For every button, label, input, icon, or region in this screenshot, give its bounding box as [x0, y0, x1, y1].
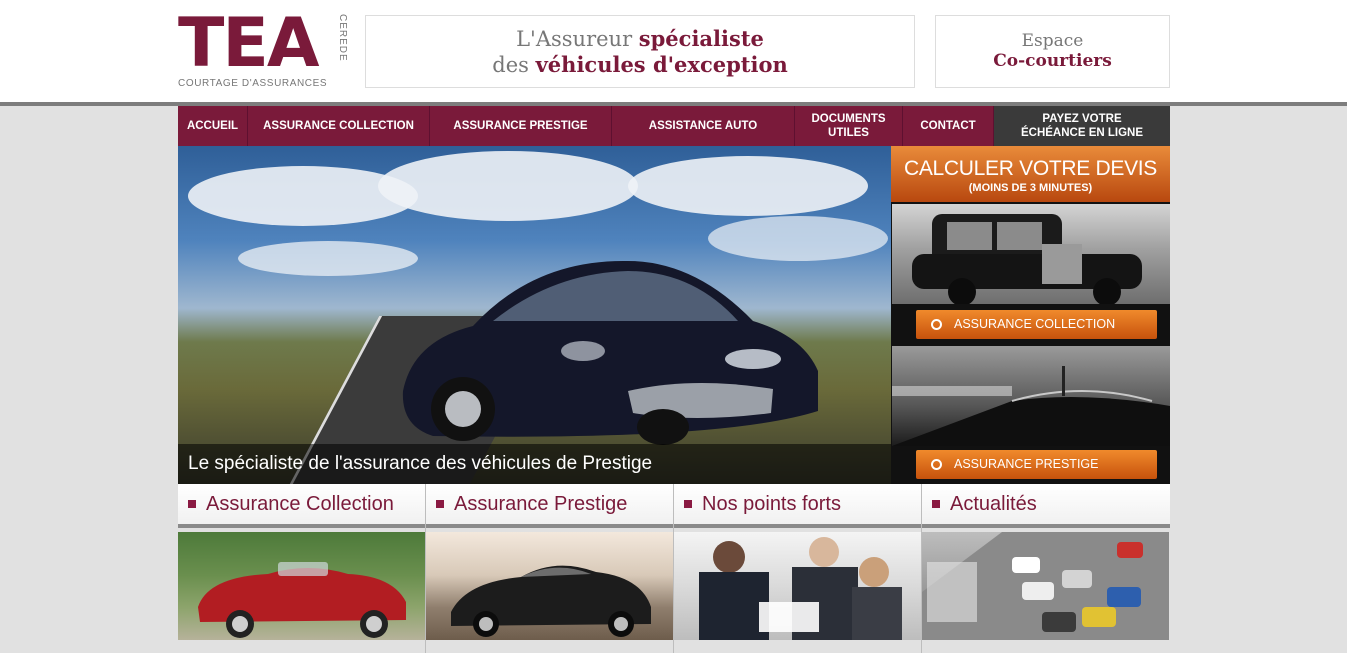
business-people-graphic — [699, 537, 902, 640]
hero-banner[interactable]: Le spécialiste de l'assurance des véhicu… — [178, 146, 891, 484]
block-header[interactable]: Assurance Prestige — [426, 484, 673, 528]
cta-assurance-prestige[interactable]: ASSURANCE PRESTIGE — [916, 450, 1157, 479]
nav-item-payez-echeance[interactable]: PAYEZ VOTRE ÉCHÉANCE EN LIGNE — [994, 106, 1170, 146]
tagline-line-1: L'Assureur spécialiste — [366, 26, 914, 52]
ring-icon — [931, 459, 942, 470]
block-header[interactable]: Actualités — [922, 484, 1170, 528]
nav-item-assurance-prestige[interactable]: ASSURANCE PRESTIGE — [430, 106, 612, 146]
block-image-race-cars[interactable] — [922, 532, 1169, 640]
nav-item-contact[interactable]: CONTACT — [903, 106, 994, 146]
hero-car-image — [402, 260, 818, 445]
nav-item-accueil[interactable]: ACCUEIL — [178, 106, 248, 146]
tagline-line-2: des véhicules d'exception — [366, 52, 914, 78]
nav-item-documents-utiles[interactable]: DOCUMENTS UTILES — [795, 106, 903, 146]
co-courtiers-line-2: Co-courtiers — [993, 51, 1112, 71]
block-image-sports-car[interactable] — [426, 532, 673, 640]
modern-car-graphic — [892, 366, 1170, 446]
hero-cloud — [628, 156, 868, 216]
black-sports-car-graphic — [451, 565, 651, 637]
square-bullet-icon — [932, 500, 940, 508]
collection-car-image[interactable] — [892, 204, 1170, 304]
prestige-car-image[interactable] — [892, 346, 1170, 446]
red-roadster-graphic — [198, 562, 406, 638]
block-title: Actualités — [950, 492, 1037, 515]
race-cars-graphic — [922, 532, 1169, 640]
co-courtiers-link[interactable]: Espace Co-courtiers — [935, 15, 1170, 88]
hero-cloud — [238, 241, 418, 276]
square-bullet-icon — [188, 500, 196, 508]
block-image-business-team[interactable] — [674, 532, 921, 640]
hero-cloud — [378, 151, 638, 221]
block-title: Assurance Collection — [206, 492, 394, 515]
square-bullet-icon — [684, 500, 692, 508]
tagline-line-1-bold: spécialiste — [638, 26, 764, 51]
devis-title: CALCULER VOTRE DEVIS — [903, 157, 1158, 180]
logo[interactable]: TEA CEREDE COURTAGE D'ASSURANCES — [178, 4, 348, 90]
block-image-classic-car[interactable] — [178, 532, 425, 640]
tagline-line-1-normal: L'Assureur — [516, 27, 633, 51]
hero-caption: Le spécialiste de l'assurance des véhicu… — [178, 444, 891, 484]
tagline-banner: L'Assureur spécialiste des véhicules d'e… — [365, 15, 915, 88]
logo-subtitle: COURTAGE D'ASSURANCES — [178, 78, 328, 89]
nav-item-assurance-collection[interactable]: ASSURANCE COLLECTION — [248, 106, 430, 146]
cta-assurance-prestige-label: ASSURANCE PRESTIGE — [954, 457, 1099, 471]
devis-subtitle: (MOINS DE 3 MINUTES) — [968, 182, 1093, 194]
block-actualites: Actualités — [922, 484, 1170, 653]
block-title: Assurance Prestige — [454, 492, 628, 515]
block-nos-points-forts: Nos points forts — [674, 484, 922, 653]
block-header[interactable]: Nos points forts — [674, 484, 921, 528]
feature-blocks: Assurance Collection Assurance Prestige — [178, 484, 1170, 653]
block-assurance-collection: Assurance Collection — [178, 484, 426, 653]
block-assurance-prestige: Assurance Prestige — [426, 484, 674, 653]
site-header: TEA CEREDE COURTAGE D'ASSURANCES L'Assur… — [0, 0, 1347, 102]
block-title: Nos points forts — [702, 492, 841, 515]
right-panel: CALCULER VOTRE DEVIS (MOINS DE 3 MINUTES… — [891, 146, 1170, 484]
vintage-car-graphic — [912, 214, 1142, 304]
tagline-line-2-bold: véhicules d'exception — [535, 52, 788, 77]
block-header[interactable]: Assurance Collection — [178, 484, 425, 528]
ring-icon — [931, 319, 942, 330]
nav-item-assistance-auto[interactable]: ASSISTANCE AUTO — [612, 106, 795, 146]
co-courtiers-line-1: Espace — [1021, 31, 1084, 51]
square-bullet-icon — [436, 500, 444, 508]
main-nav: ACCUEIL ASSURANCE COLLECTION ASSURANCE P… — [178, 106, 1170, 146]
logo-letters: TEA — [178, 4, 319, 83]
calculer-devis-button[interactable]: CALCULER VOTRE DEVIS (MOINS DE 3 MINUTES… — [891, 146, 1170, 202]
cta-assurance-collection-label: ASSURANCE COLLECTION — [954, 317, 1116, 331]
logo-side-text: CEREDE — [337, 14, 348, 62]
cta-assurance-collection[interactable]: ASSURANCE COLLECTION — [916, 310, 1157, 339]
tagline-line-2-normal: des — [492, 53, 529, 77]
